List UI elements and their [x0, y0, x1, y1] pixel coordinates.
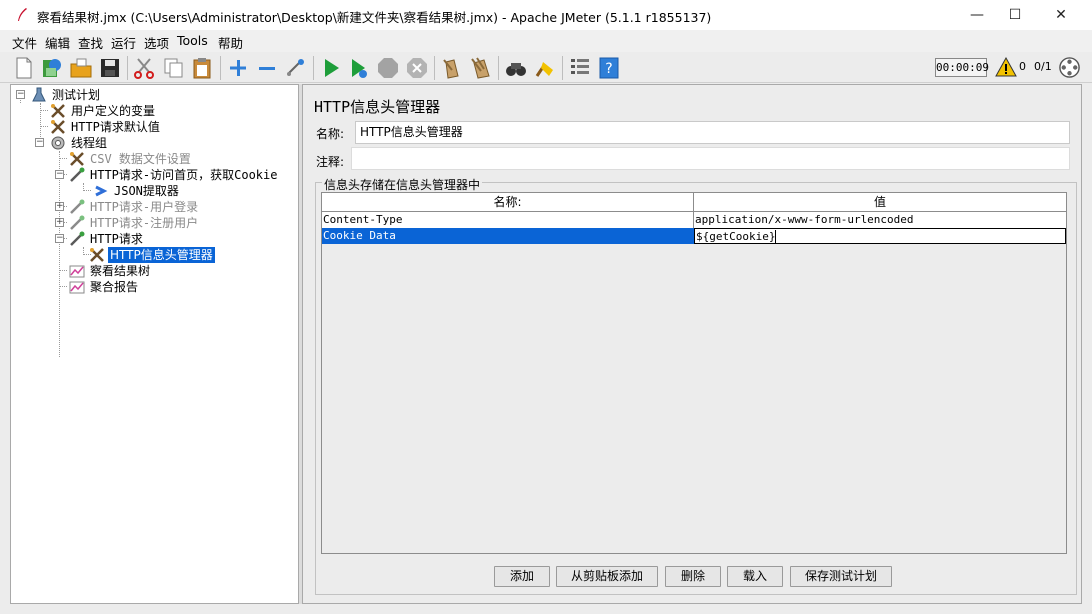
name-label: 名称:	[316, 127, 345, 141]
column-header-name[interactable]: 名称:	[322, 193, 694, 212]
save-icon[interactable]	[98, 56, 122, 80]
collapse-toggle[interactable]: −	[55, 170, 64, 179]
tree-connector	[20, 100, 21, 103]
maximize-button[interactable]: ☐	[992, 0, 1038, 30]
sampler-icon	[70, 167, 85, 182]
test-plan-icon	[32, 87, 46, 102]
sampler-icon	[70, 199, 85, 214]
menu-bar: 文件 编辑 查找 运行 选项 Tools 帮助	[0, 30, 1092, 52]
new-icon[interactable]	[12, 56, 36, 80]
cell-header-value[interactable]: application/x-www-form-urlencoded	[694, 212, 1066, 228]
toolbar-separator	[434, 56, 435, 80]
tree-connector	[59, 286, 67, 287]
search-icon[interactable]	[504, 56, 528, 80]
save-test-plan-button[interactable]: 保存测试计划	[790, 566, 892, 587]
svg-text:?: ?	[605, 61, 612, 77]
open-icon[interactable]	[69, 56, 93, 80]
tree-connector	[59, 151, 60, 357]
toolbar-separator	[220, 56, 221, 80]
toolbar: ? 00:00:09 0 0/1	[0, 52, 1092, 83]
collapse-toggle[interactable]: −	[55, 234, 64, 243]
comment-label: 注释:	[316, 155, 345, 169]
warning-icon[interactable]	[995, 57, 1017, 77]
window-bottom-edge	[0, 604, 1092, 614]
start-no-pause-icon[interactable]	[347, 56, 371, 80]
headers-table[interactable]: 名称: 值 Content-Type application/x-www-for…	[321, 192, 1067, 554]
name-field[interactable]: HTTP信息头管理器	[355, 121, 1070, 144]
toolbar-separator	[498, 56, 499, 80]
menu-search[interactable]: 查找	[78, 33, 103, 52]
table-row[interactable]: Cookie Data ${getCookie}	[322, 228, 1066, 244]
collapse-icon[interactable]	[255, 56, 279, 80]
tree-connector	[40, 126, 48, 127]
column-header-value[interactable]: 值	[694, 193, 1066, 212]
config-element-icon	[51, 104, 65, 118]
tree-connector	[59, 270, 67, 271]
window-title: 察看结果树.jmx (C:\Users\Administrator\Deskto…	[37, 10, 712, 25]
cell-header-name[interactable]: Content-Type	[322, 212, 694, 228]
close-button[interactable]: ✕	[1038, 0, 1084, 30]
header-manager-panel: HTTP信息头管理器 名称: HTTP信息头管理器 注释: 信息头存储在信息头管…	[302, 84, 1082, 604]
jmeter-feather-icon	[18, 8, 27, 21]
delete-button[interactable]: 删除	[665, 566, 721, 587]
headers-group-title: 信息头存储在信息头管理器中	[322, 176, 483, 193]
toggle-icon[interactable]	[284, 56, 308, 80]
collapse-toggle[interactable]: −	[16, 90, 25, 99]
listener-icon	[69, 265, 85, 278]
cell-header-value-editor[interactable]: ${getCookie}	[694, 228, 1066, 244]
expand-toggle[interactable]: +	[55, 202, 64, 211]
toolbar-separator	[313, 56, 314, 80]
config-element-icon	[51, 120, 65, 134]
add-button[interactable]: 添加	[494, 566, 550, 587]
menu-file[interactable]: 文件	[12, 33, 37, 52]
name-field-value: HTTP信息头管理器	[360, 125, 463, 139]
menu-options[interactable]: 选项	[144, 33, 169, 52]
clear-icon[interactable]	[440, 56, 464, 80]
menu-help[interactable]: 帮助	[218, 33, 243, 52]
help-icon[interactable]: ?	[597, 56, 621, 80]
title-bar: 察看结果树.jmx (C:\Users\Administrator\Deskto…	[0, 0, 1092, 30]
tree-connector	[40, 110, 48, 111]
toolbar-separator	[562, 56, 563, 80]
thread-group-icon	[51, 136, 65, 150]
reset-search-icon[interactable]	[533, 56, 557, 80]
tree-connector	[83, 190, 91, 191]
load-button[interactable]: 载入	[727, 566, 783, 587]
toolbar-separator	[127, 56, 128, 80]
expand-icon[interactable]	[226, 56, 250, 80]
paste-icon[interactable]	[190, 56, 214, 80]
shutdown-icon[interactable]	[405, 56, 429, 80]
menu-tools[interactable]: Tools	[177, 33, 208, 48]
clear-all-icon[interactable]	[469, 56, 493, 80]
function-helper-icon[interactable]	[568, 56, 592, 80]
menu-run[interactable]: 运行	[111, 33, 136, 52]
start-icon[interactable]	[319, 56, 343, 80]
remote-status-icon	[1059, 57, 1080, 78]
tree-connector	[59, 158, 67, 159]
comment-field[interactable]	[351, 147, 1070, 170]
copy-icon[interactable]	[161, 56, 185, 80]
warning-count: 0	[1019, 60, 1026, 73]
templates-icon[interactable]	[40, 56, 64, 80]
active-thread-count: 0/1	[1034, 60, 1052, 73]
test-plan-tree[interactable]: − − − + + − 测试计划 用户定义的变量 HTTP请求默认值 线程组 C…	[10, 84, 299, 604]
add-from-clipboard-button[interactable]: 从剪贴板添加	[556, 566, 658, 587]
expand-toggle[interactable]: +	[55, 218, 64, 227]
sampler-icon	[70, 215, 85, 230]
stop-icon[interactable]	[376, 56, 400, 80]
cut-icon[interactable]	[132, 56, 156, 80]
config-element-icon	[90, 248, 104, 262]
listener-icon	[69, 281, 85, 294]
elapsed-timer: 00:00:09	[935, 58, 989, 77]
sampler-icon	[70, 231, 85, 246]
menu-edit[interactable]: 编辑	[45, 33, 70, 52]
config-element-icon	[70, 152, 84, 166]
post-processor-icon	[95, 185, 108, 197]
cell-header-name[interactable]: Cookie Data	[322, 228, 694, 244]
table-row[interactable]: Content-Type application/x-www-form-urle…	[322, 212, 1066, 228]
collapse-toggle[interactable]: −	[35, 138, 44, 147]
panel-title: HTTP信息头管理器	[314, 98, 441, 116]
